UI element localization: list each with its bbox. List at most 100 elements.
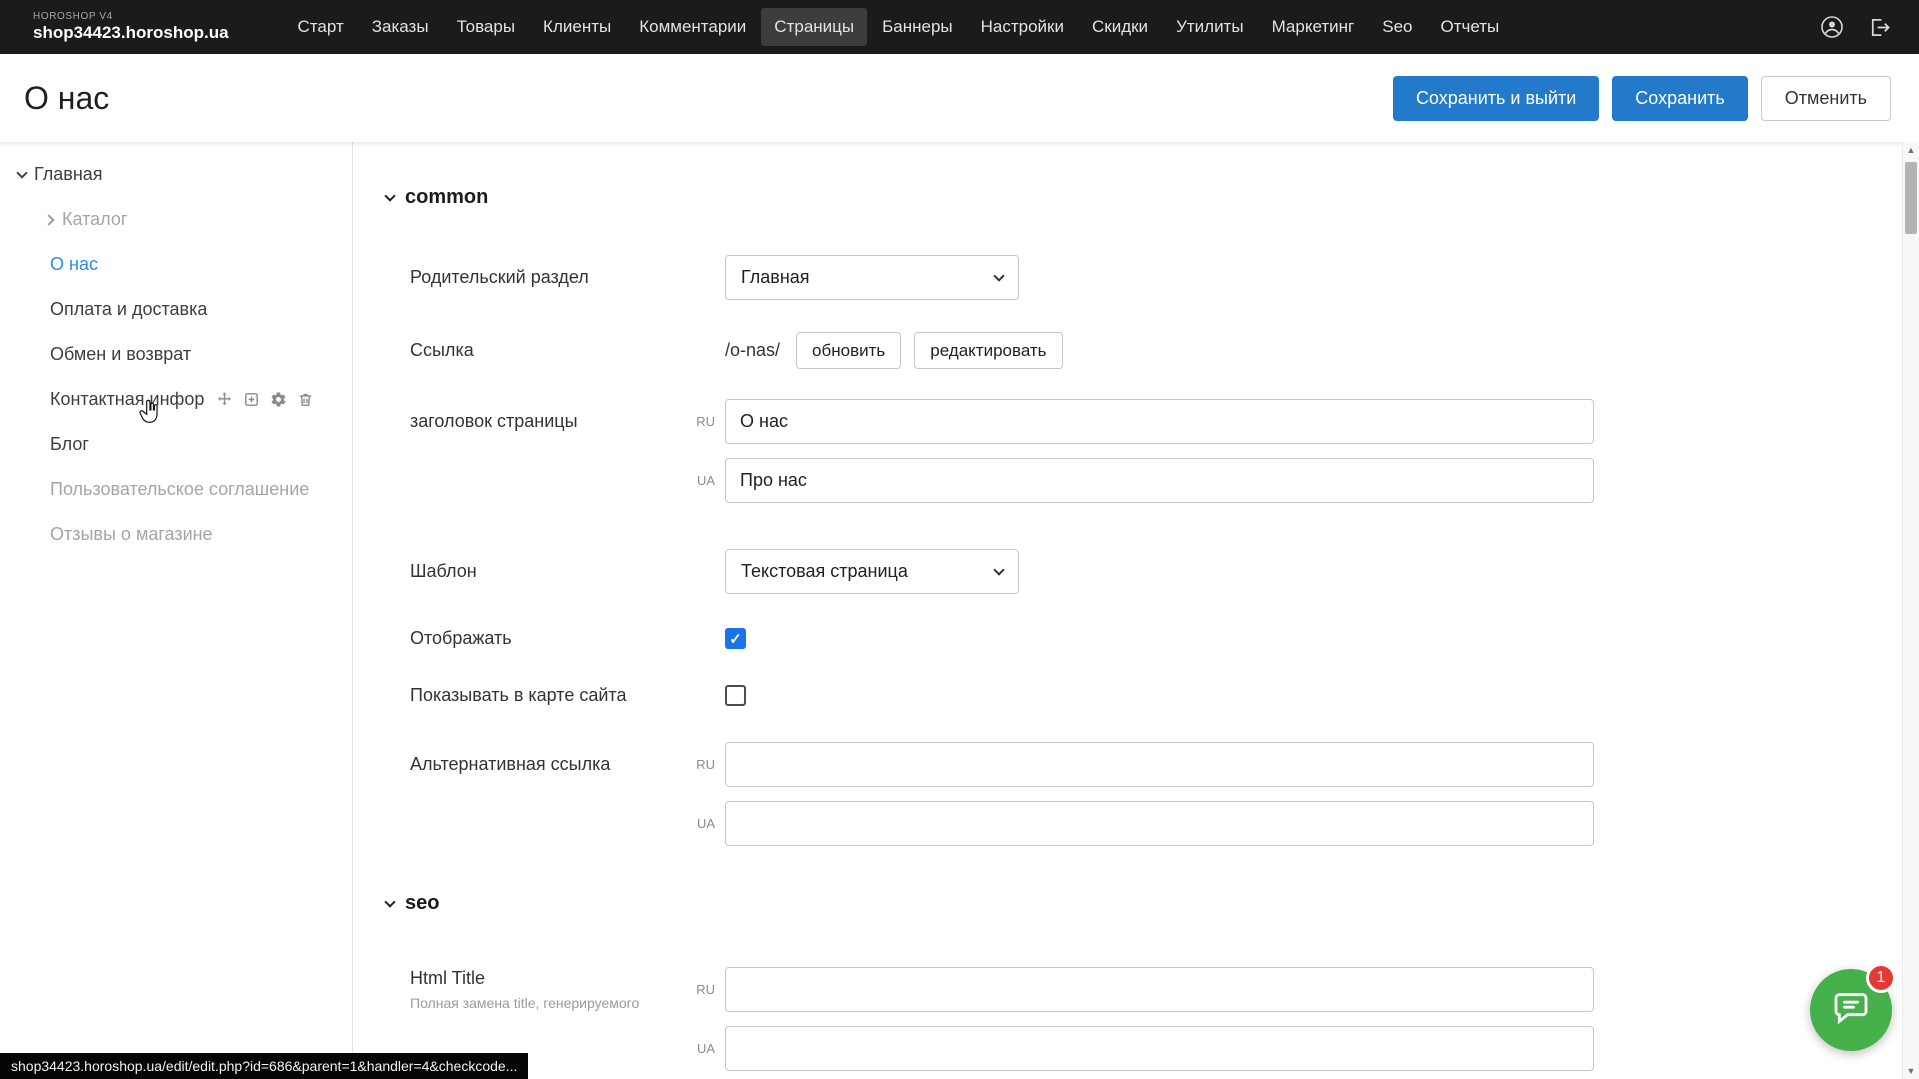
menu-item-start[interactable]: Старт — [285, 8, 357, 46]
sidebar-item-otzyvy-o-magazine[interactable]: Отзывы о магазине — [0, 512, 352, 557]
sidebar-item-kontaktnaya-informaciya[interactable]: Контактная инфор — [0, 377, 352, 422]
sidebar-item-label: Главная — [34, 164, 103, 185]
scroll-down-arrow-icon[interactable]: ▼ — [1903, 1063, 1919, 1079]
scrollbar-thumb[interactable] — [1905, 162, 1917, 234]
menu-item-clients[interactable]: Клиенты — [530, 8, 624, 46]
alt-link-ru-input[interactable] — [725, 742, 1594, 787]
section-seo-toggle[interactable]: seo — [386, 892, 1902, 915]
page-title: О нас — [24, 80, 109, 117]
header-buttons: Сохранить и выйти Сохранить Отменить — [1393, 76, 1891, 121]
lang-badge-ru: RU — [690, 414, 725, 429]
parent-section-label: Родительский раздел — [410, 267, 690, 288]
sidebar-item-label: Блог — [50, 434, 89, 455]
sidebar-item-oplata-dostavka[interactable]: Оплата и доставка — [0, 287, 352, 332]
sidebar-item-blog[interactable]: Блог — [0, 422, 352, 467]
logo-domain-label: shop34423.horoshop.ua — [33, 23, 229, 43]
sidebar-item-label: Контактная инфор — [50, 389, 204, 410]
field-link: Ссылка /o-nas/ обновить редактировать — [410, 332, 1902, 369]
menu-item-discounts[interactable]: Скидки — [1079, 8, 1161, 46]
delete-trash-icon[interactable] — [297, 391, 314, 408]
menu-item-settings[interactable]: Настройки — [968, 8, 1077, 46]
page-edit-form: common Родительский раздел Главная Ссылк… — [354, 142, 1902, 1079]
sidebar-item-label: Обмен и возврат — [50, 344, 191, 365]
vertical-scrollbar[interactable]: ▲ ▼ — [1902, 142, 1919, 1079]
html-title-label-block: Html Title Полная замена title, генериру… — [410, 968, 690, 1011]
chevron-down-icon — [993, 564, 1004, 575]
edit-link-button[interactable]: редактировать — [914, 332, 1062, 369]
display-checkbox[interactable]: ✓ — [725, 628, 746, 649]
menu-item-reports[interactable]: Отчеты — [1427, 8, 1512, 46]
field-sitemap: Показывать в карте сайта — [410, 685, 1902, 706]
parent-section-select[interactable]: Главная — [725, 255, 1019, 300]
chevron-down-icon — [384, 896, 395, 907]
add-page-icon[interactable] — [243, 391, 260, 408]
html-title-hint: Полная замена title, генерируемого — [410, 995, 690, 1011]
template-select[interactable]: Текстовая страница — [725, 549, 1019, 594]
lang-badge-ua: UA — [690, 816, 725, 831]
html-title-label: Html Title — [410, 968, 690, 989]
sidebar-item-label: Оплата и доставка — [50, 299, 207, 320]
sidebar-item-obmen-vozvrat[interactable]: Обмен и возврат — [0, 332, 352, 377]
menu-item-comments[interactable]: Комментарии — [626, 8, 759, 46]
parent-section-value: Главная — [741, 267, 810, 288]
sidebar-item-o-nas[interactable]: О нас — [0, 242, 352, 287]
lang-badge-ru: RU — [690, 982, 725, 997]
menu-item-banners[interactable]: Баннеры — [869, 8, 966, 46]
expand-chevron-right-icon[interactable] — [38, 216, 62, 224]
lang-badge-ua: UA — [690, 473, 725, 488]
field-html-title-ru: Html Title Полная замена title, генериру… — [410, 967, 1902, 1012]
template-value: Текстовая страница — [741, 561, 908, 582]
lang-badge-ua: UA — [690, 1041, 725, 1056]
topbar-actions — [1820, 15, 1891, 39]
chat-bubble-icon — [1831, 988, 1871, 1033]
page-title-ua-input[interactable] — [725, 458, 1594, 503]
template-label: Шаблон — [410, 561, 690, 582]
page-title-ru-input[interactable] — [725, 399, 1594, 444]
html-title-ua-input[interactable] — [725, 1026, 1594, 1071]
field-display: Отображать ✓ — [410, 628, 1902, 649]
menu-item-marketing[interactable]: Маркетинг — [1259, 8, 1368, 46]
menu-item-products[interactable]: Товары — [444, 8, 528, 46]
expand-chevron-down-icon[interactable] — [10, 173, 34, 177]
save-and-exit-button[interactable]: Сохранить и выйти — [1393, 76, 1599, 121]
cancel-button[interactable]: Отменить — [1761, 76, 1891, 121]
field-alt-link-ua: UA — [410, 801, 1902, 846]
sidebar-item-katalog[interactable]: Каталог — [0, 197, 352, 242]
content-top-shadow — [0, 142, 1902, 147]
html-title-ru-input[interactable] — [725, 967, 1594, 1012]
section-common-title: common — [405, 186, 488, 209]
tree-row-actions — [216, 391, 314, 408]
scroll-up-arrow-icon[interactable]: ▲ — [1903, 142, 1919, 158]
sidebar-item-polzovatelskoe-soglashenie[interactable]: Пользовательское соглашение — [0, 467, 352, 512]
refresh-link-button[interactable]: обновить — [796, 332, 901, 369]
settings-gear-icon[interactable] — [270, 391, 287, 408]
logo-version-label: HOROSHOP V4 — [33, 11, 229, 23]
menu-item-orders[interactable]: Заказы — [359, 8, 442, 46]
sidebar-item-label: Каталог — [62, 209, 127, 230]
browser-status-link: shop34423.horoshop.ua/edit/edit.php?id=6… — [0, 1053, 528, 1079]
menu-item-pages[interactable]: Страницы — [761, 8, 867, 46]
app-logo[interactable]: HOROSHOP V4 shop34423.horoshop.ua — [33, 11, 229, 42]
save-button[interactable]: Сохранить — [1612, 76, 1747, 121]
field-template: Шаблон Текстовая страница — [410, 549, 1902, 594]
move-icon[interactable] — [216, 391, 233, 408]
display-label: Отображать — [410, 628, 690, 649]
menu-item-seo[interactable]: Seo — [1369, 8, 1425, 46]
user-account-icon[interactable] — [1820, 15, 1844, 39]
chat-widget-button[interactable]: 1 — [1810, 969, 1892, 1051]
link-label: Ссылка — [410, 340, 690, 361]
menu-item-utilities[interactable]: Утилиты — [1163, 8, 1257, 46]
chevron-down-icon — [993, 270, 1004, 281]
pages-tree-sidebar: Главная Каталог О нас Оплата и доставка … — [0, 142, 353, 1079]
section-common-toggle[interactable]: common — [386, 186, 1902, 209]
alt-link-label: Альтернативная ссылка — [410, 754, 690, 775]
alt-link-ua-input[interactable] — [725, 801, 1594, 846]
field-alt-link-ru: Альтернативная ссылка RU — [410, 742, 1902, 787]
sitemap-checkbox[interactable] — [725, 685, 746, 706]
section-seo-title: seo — [405, 892, 439, 915]
main-menu: Старт Заказы Товары Клиенты Комментарии … — [285, 8, 1808, 46]
sidebar-item-glavnaya[interactable]: Главная — [0, 152, 352, 197]
chat-unread-badge: 1 — [1866, 963, 1896, 993]
logout-icon[interactable] — [1868, 16, 1891, 39]
link-path-value: /o-nas/ — [725, 340, 780, 361]
